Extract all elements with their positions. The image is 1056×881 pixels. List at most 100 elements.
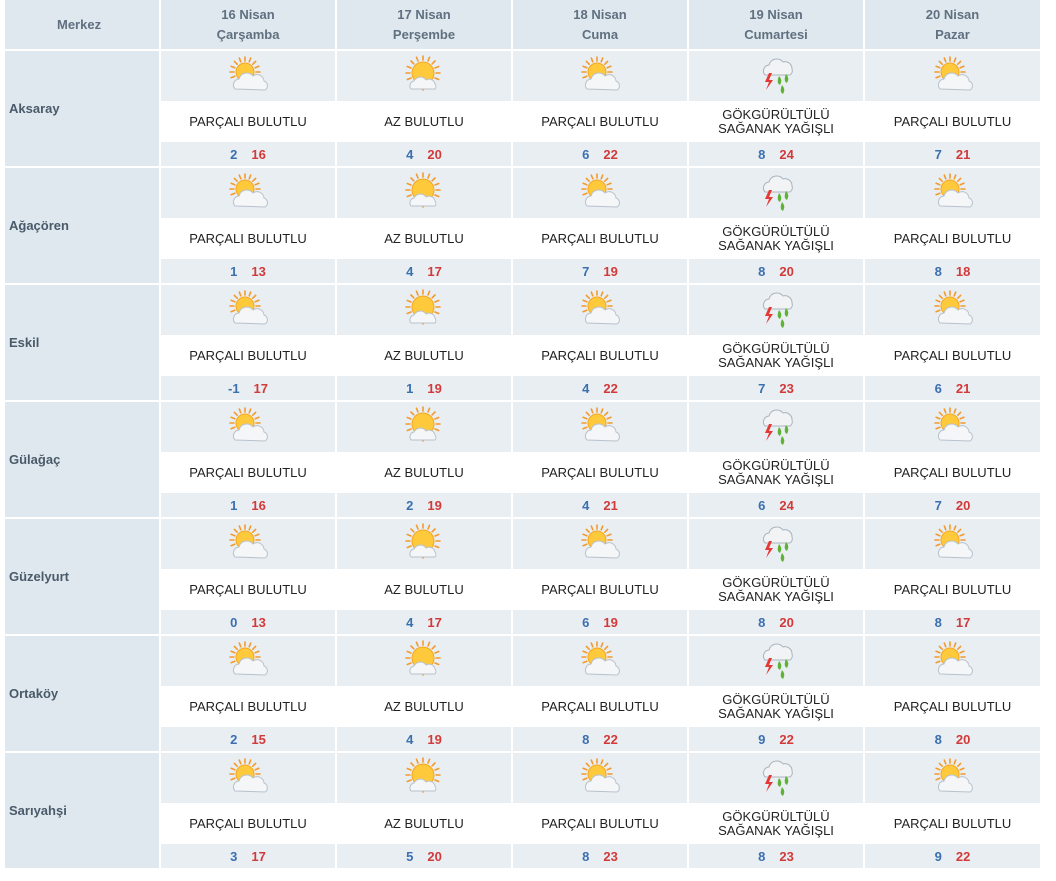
description-line: PARÇALI BULUTLU [541, 581, 659, 597]
min-temperature: 7 [934, 146, 942, 162]
city-desc-row: PARÇALI BULUTLU AZ BULUTLU PARÇALI BULUTLU… [5, 218, 1042, 259]
day-header: 17 Nisan Perşembe [336, 0, 513, 51]
forecast-icon-cell [512, 167, 689, 218]
forecast-description: PARÇALI BULUTLU [160, 803, 337, 844]
max-temperature: 22 [603, 380, 618, 396]
forecast-description: AZ BULUTLU [336, 101, 513, 142]
temperature-cell: 7 20 [864, 493, 1042, 519]
city-name: Ağaçören [5, 167, 161, 285]
min-temperature: 6 [582, 614, 590, 630]
temperature-cell: 2 16 [160, 142, 337, 168]
temperature-cell: 6 22 [512, 142, 689, 168]
forecast-icon-cell [688, 284, 865, 335]
forecast-description: PARÇALI BULUTLU [512, 218, 689, 259]
forecast-description: PARÇALI BULUTLU [160, 101, 337, 142]
description-line: GÖKGÜRÜLTÜLÜ [722, 457, 830, 473]
min-temperature: 8 [758, 848, 766, 864]
description-line: PARÇALI BULUTLU [541, 815, 659, 831]
city-desc-row: PARÇALI BULUTLU AZ BULUTLU PARÇALI BULUTLU… [5, 335, 1042, 376]
max-temperature: 20 [427, 146, 442, 162]
min-temperature: 6 [758, 497, 766, 513]
max-temperature: 21 [955, 380, 971, 396]
day-header: 18 Nisan Cuma [512, 0, 689, 51]
forecast-description: PARÇALI BULUTLU [160, 686, 337, 727]
max-temperature: 22 [779, 731, 794, 747]
city-icon-row: Ortaköy [5, 635, 1042, 753]
temperature-cell: 8 17 [864, 610, 1042, 636]
forecast-description: PARÇALI BULUTLU [512, 803, 689, 844]
forecast-icon-cell [336, 167, 513, 218]
partly-cloudy-icon [932, 407, 974, 442]
temperature-cell: 4 22 [512, 376, 689, 402]
temperature-cell: 6 19 [512, 610, 689, 636]
forecast-description: AZ BULUTLU [336, 686, 513, 727]
description-line: PARÇALI BULUTLU [541, 464, 659, 480]
day-date: 18 Nisan [573, 6, 627, 22]
min-temperature: 9 [758, 731, 766, 747]
city-icon-row: Gülağaç [5, 401, 1042, 519]
min-temperature: 8 [582, 848, 590, 864]
partly-cloudy-icon [932, 56, 974, 91]
temperature-cell: 8 24 [688, 142, 865, 168]
forecast-description: AZ BULUTLU [336, 452, 513, 493]
description-line: PARÇALI BULUTLU [893, 113, 1012, 129]
temperature-cell: 0 13 [160, 610, 337, 636]
forecast-description: PARÇALI BULUTLU [512, 686, 689, 727]
description-line: PARÇALI BULUTLU [189, 815, 307, 831]
forecast-table: Merkez 16 Nisan Çarşamba 17 Nisan Perşembe… [5, 0, 1042, 870]
temperature-cell: 2 15 [160, 727, 337, 753]
temperature-cell: 4 17 [336, 610, 513, 636]
max-temperature: 16 [251, 497, 266, 513]
forecast-description: PARÇALI BULUTLU [864, 218, 1042, 259]
max-temperature: 22 [603, 731, 618, 747]
partly-cloudy-icon [227, 641, 269, 676]
city-temp-row: 0 13 4 17 6 19 8 20 8 17 [5, 610, 1042, 636]
description-line: PARÇALI BULUTLU [893, 464, 1012, 480]
max-temperature: 17 [253, 380, 269, 396]
min-temperature: 8 [582, 731, 590, 747]
day-date: 17 Nisan [397, 6, 451, 22]
day-weekday: Çarşamba [216, 26, 280, 42]
partly-cloudy-icon [227, 524, 269, 559]
day-weekday: Pazar [935, 26, 970, 42]
city-temp-row: 2 16 4 20 6 22 8 24 7 21 [5, 142, 1042, 168]
max-temperature: 20 [955, 497, 971, 513]
forecast-icon-cell [864, 518, 1042, 569]
max-temperature: 15 [251, 731, 266, 747]
mostly-sunny-icon [403, 640, 445, 676]
temperature-cell: 1 16 [160, 493, 337, 519]
city-desc-row: PARÇALI BULUTLU AZ BULUTLU PARÇALI BULUTLU… [5, 803, 1042, 844]
description-line: SAĞANAK YAĞIŞLI [718, 354, 834, 370]
forecast-description: PARÇALI BULUTLU [864, 686, 1042, 727]
day-date: 16 Nisan [221, 6, 275, 22]
description-line: PARÇALI BULUTLU [893, 347, 1012, 363]
forecast-icon-cell [512, 752, 689, 803]
city-name: Aksaray [5, 50, 161, 168]
forecast-description: AZ BULUTLU [336, 803, 513, 844]
mostly-sunny-icon [403, 289, 445, 325]
min-temperature: 8 [934, 263, 942, 279]
description-line: SAĞANAK YAĞIŞLI [718, 822, 834, 838]
max-temperature: 19 [603, 614, 618, 630]
mostly-sunny-icon [403, 55, 445, 91]
mostly-sunny-icon [403, 172, 445, 208]
partly-cloudy-icon [579, 173, 621, 208]
day-date: 20 Nisan [925, 6, 980, 22]
forecast-description: PARÇALI BULUTLU [864, 803, 1042, 844]
min-temperature: 1 [406, 380, 414, 396]
forecast-icon-cell [336, 401, 513, 452]
max-temperature: 20 [955, 731, 971, 747]
forecast-description: AZ BULUTLU [336, 335, 513, 376]
city-name: Eskil [5, 284, 161, 402]
min-temperature: 0 [230, 614, 238, 630]
city-name: Ortaköy [5, 635, 161, 753]
description-line: GÖKGÜRÜLTÜLÜ [722, 106, 830, 122]
min-temperature: 4 [406, 731, 414, 747]
city-temp-row: 1 16 2 19 4 21 6 24 7 20 [5, 493, 1042, 519]
min-temperature: 4 [406, 614, 414, 630]
min-temperature: 8 [758, 146, 766, 162]
min-temperature: 7 [582, 263, 590, 279]
description-line: AZ BULUTLU [384, 698, 464, 714]
city-desc-row: PARÇALI BULUTLU AZ BULUTLU PARÇALI BULUTLU… [5, 686, 1042, 727]
forecast-description: PARÇALI BULUTLU [864, 101, 1042, 142]
